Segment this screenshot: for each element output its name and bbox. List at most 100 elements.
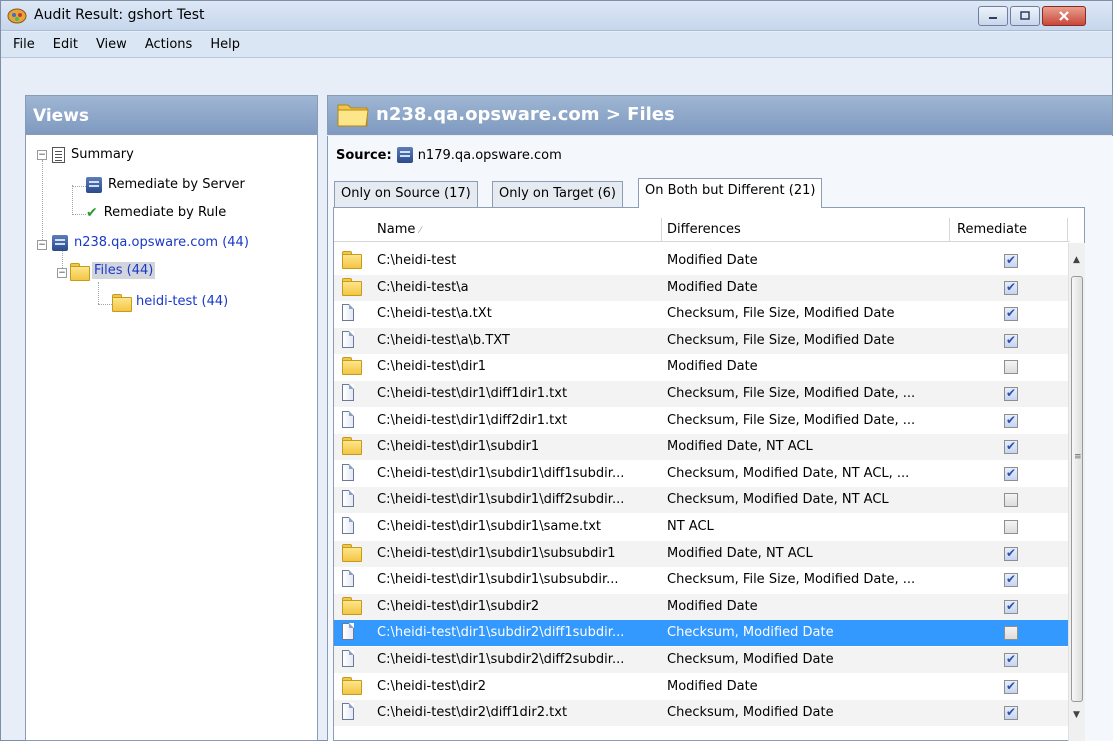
- page-title: n238.qa.opsware.com > Files: [376, 104, 675, 125]
- table-row[interactable]: C:\heidi-test\a\b.TXT Checksum, File Size…: [334, 327, 1070, 354]
- tree-item-remediate-rule[interactable]: ✔ Remediate by Rule: [86, 204, 228, 221]
- table-row[interactable]: C:\heidi-test\dir1\diff2dir1.txt Checksum…: [334, 408, 1070, 434]
- menu-file[interactable]: File: [4, 37, 44, 52]
- server-collapse-toggle[interactable]: −: [37, 240, 47, 250]
- menu-edit[interactable]: Edit: [44, 37, 87, 52]
- cell-differences: Modified Date: [667, 279, 758, 295]
- table-row[interactable]: C:\heidi-test\dir1\subdir1\subsubdir1 Mod…: [334, 540, 1070, 567]
- close-button[interactable]: [1042, 6, 1086, 26]
- tree-label-files: Files (44): [92, 262, 156, 279]
- tree-item-server[interactable]: n238.qa.opsware.com (44): [52, 234, 251, 251]
- tree-item-summary[interactable]: Summary: [52, 146, 136, 163]
- table-row[interactable]: C:\heidi-test\dir1\subdir2 Modified Date: [334, 593, 1070, 620]
- remediate-checkbox[interactable]: [1004, 360, 1018, 375]
- folder-icon: [342, 357, 362, 376]
- tree-label-heidi-test: heidi-test (44): [136, 294, 229, 309]
- file-icon: [342, 304, 354, 322]
- menu-help[interactable]: Help: [201, 37, 249, 52]
- file-icon: [342, 330, 354, 348]
- table-row[interactable]: C:\heidi-test\a.tXt Checksum, File Size, …: [334, 301, 1070, 327]
- scroll-up-arrow-icon[interactable]: ▲: [1068, 252, 1085, 269]
- remediate-checkbox[interactable]: [1004, 466, 1018, 481]
- table-row[interactable]: C:\heidi-test\dir1\subdir2\diff2subdir..…: [334, 647, 1070, 673]
- scroll-down-arrow-icon[interactable]: ▼: [1068, 707, 1085, 724]
- remediate-checkbox[interactable]: [1004, 413, 1018, 428]
- remediate-checkbox[interactable]: [1004, 253, 1018, 268]
- server-icon: [396, 147, 413, 163]
- tree-item-files[interactable]: Files (44): [70, 262, 156, 281]
- table-row[interactable]: C:\heidi-test\dir1 Modified Date: [334, 354, 1070, 380]
- cell-name: C:\heidi-test\a.tXt: [377, 306, 492, 322]
- table-row[interactable]: C:\heidi-test\dir1\subdir1\same.txt NT AC…: [334, 514, 1070, 540]
- maximize-icon: [1020, 11, 1030, 20]
- tree-item-heidi-test[interactable]: heidi-test (44): [112, 293, 230, 312]
- cell-differences: Modified Date: [667, 678, 758, 694]
- remediate-checkbox[interactable]: [1004, 599, 1018, 614]
- table-row[interactable]: C:\heidi-test Modified Date: [334, 248, 1070, 274]
- menu-view[interactable]: View: [87, 37, 136, 52]
- file-icon: [342, 410, 354, 428]
- scroll-thumb[interactable]: [1071, 276, 1083, 702]
- tree-label-remediate-server: Remediate by Server: [108, 177, 245, 192]
- cell-name: C:\heidi-test\dir2\diff1dir2.txt: [377, 705, 568, 721]
- remediate-checkbox[interactable]: [1004, 306, 1018, 322]
- close-icon: [1059, 11, 1069, 21]
- cell-name: C:\heidi-test\dir1\subdir2\diff2subdir..…: [377, 652, 625, 667]
- table-row[interactable]: C:\heidi-test\dir1\subdir1 Modified Date,…: [334, 434, 1070, 461]
- minimize-button[interactable]: [978, 6, 1008, 26]
- remediate-checkbox[interactable]: [1004, 572, 1018, 588]
- summary-collapse-toggle[interactable]: −: [37, 150, 47, 160]
- cell-differences: Checksum, File Size, Modified Date: [667, 306, 895, 322]
- column-header-name[interactable]: Name ⁄: [377, 222, 421, 237]
- table-row[interactable]: C:\heidi-test\dir1\subdir1\subsubdir... C…: [334, 567, 1070, 593]
- remediate-checkbox[interactable]: [1004, 333, 1018, 348]
- cell-differences: Modified Date, NT ACL: [667, 545, 813, 561]
- table-row[interactable]: C:\heidi-test\a Modified Date: [334, 274, 1070, 301]
- table-row[interactable]: C:\heidi-test\dir1\subdir2\diff1subdir..…: [334, 620, 1070, 647]
- tab-on-both-different[interactable]: On Both but Different (21): [638, 178, 823, 208]
- cell-name: C:\heidi-test\a: [377, 279, 469, 295]
- table-row[interactable]: C:\heidi-test\dir2\diff1dir2.txt Checksum…: [334, 700, 1070, 727]
- cell-differences: Modified Date: [667, 598, 758, 614]
- remediate-checkbox[interactable]: [1004, 679, 1018, 694]
- folder-icon: [70, 263, 90, 281]
- column-header-differences[interactable]: Differences: [667, 222, 741, 237]
- remediate-checkbox[interactable]: [1004, 705, 1018, 721]
- cell-differences: Checksum, Modified Date: [667, 625, 834, 641]
- file-icon: [342, 650, 354, 667]
- remediate-checkbox[interactable]: [1004, 493, 1018, 508]
- sort-icon: ⁄: [419, 226, 422, 236]
- cell-differences: Checksum, File Size, Modified Date, ...: [667, 412, 916, 428]
- remediate-checkbox[interactable]: [1004, 546, 1018, 561]
- menu-actions[interactable]: Actions: [136, 37, 202, 52]
- remediate-checkbox[interactable]: [1004, 386, 1018, 401]
- folder-icon: [342, 676, 362, 695]
- cell-differences: Modified Date: [667, 359, 758, 375]
- remediate-checkbox[interactable]: [1004, 280, 1018, 295]
- remediate-checkbox[interactable]: [1004, 626, 1018, 641]
- table-row[interactable]: C:\heidi-test\dir2 Modified Date: [334, 674, 1070, 700]
- column-header-remediate[interactable]: Remediate: [957, 222, 1027, 237]
- table-row[interactable]: C:\heidi-test\dir1\diff1dir1.txt Checksum…: [334, 381, 1070, 407]
- cell-name: C:\heidi-test\dir1\subdir1\same.txt: [377, 519, 601, 534]
- cell-differences: Checksum, File Size, Modified Date, ...: [667, 572, 916, 588]
- tab-only-on-source[interactable]: Only on Source (17): [334, 181, 478, 207]
- remediate-checkbox[interactable]: [1004, 520, 1018, 534]
- file-diff-table: Name ⁄ Differences Remediate C:\heidi-te…: [333, 207, 1085, 741]
- remediate-checkbox[interactable]: [1004, 652, 1018, 667]
- files-collapse-toggle[interactable]: −: [57, 268, 67, 278]
- cell-name: C:\heidi-test\a\b.TXT: [377, 332, 510, 348]
- table-row[interactable]: C:\heidi-test\dir1\subdir1\diff2subdir..…: [334, 487, 1070, 514]
- remediate-checkbox[interactable]: [1004, 439, 1018, 455]
- scroll-grip-icon: ≡: [1074, 452, 1082, 462]
- cell-differences: Checksum, Modified Date, NT ACL: [667, 492, 889, 508]
- tab-only-on-target[interactable]: Only on Target (6): [492, 181, 623, 207]
- maximize-button[interactable]: [1010, 6, 1040, 26]
- tree-item-remediate-server[interactable]: Remediate by Server: [86, 176, 247, 193]
- rule-check-icon: ✔: [86, 204, 98, 221]
- folder-icon: [342, 277, 362, 296]
- cell-differences: Checksum, File Size, Modified Date: [667, 332, 895, 348]
- folder-icon: [342, 437, 362, 456]
- table-row[interactable]: C:\heidi-test\dir1\subdir1\diff1subdir..…: [334, 461, 1070, 487]
- folder-icon: [342, 596, 362, 615]
